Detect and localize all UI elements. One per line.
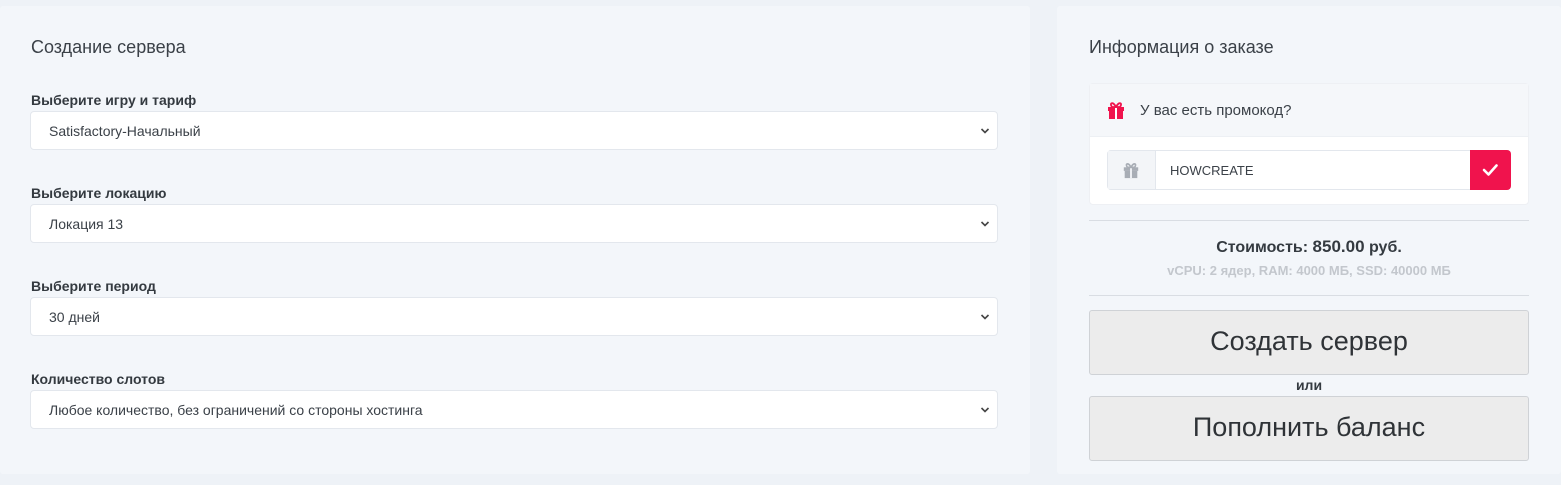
check-icon <box>1482 164 1498 176</box>
divider <box>1089 220 1529 221</box>
chevron-down-icon <box>980 221 990 227</box>
location-select[interactable]: Локация 13 <box>30 204 998 243</box>
or-text: или <box>1295 377 1323 393</box>
promo-addon <box>1108 151 1156 189</box>
game-tariff-value: Satisfactory-Начальный <box>49 123 201 139</box>
price-label: Стоимость: <box>1216 239 1309 256</box>
order-info-title: Информация о заказе <box>1089 37 1274 57</box>
create-server-card: Создание сервера Выберите игру и тариф S… <box>0 6 1030 474</box>
promo-header[interactable]: У вас есть промокод? <box>1090 84 1528 137</box>
chevron-down-icon <box>980 314 990 320</box>
slots-value: Любое количество, без ограничений со сто… <box>49 402 423 418</box>
location-value: Локация 13 <box>49 216 124 232</box>
promo-code-input[interactable] <box>1156 151 1470 189</box>
promo-question: У вас есть промокод? <box>1140 102 1292 119</box>
period-label: Выберите период <box>31 278 156 294</box>
period-select[interactable]: 30 дней <box>30 297 998 336</box>
gift-icon <box>1108 102 1124 119</box>
game-tariff-select[interactable]: Satisfactory-Начальный <box>30 111 998 150</box>
price-line: Стоимость: 850.00 руб. <box>1089 237 1529 257</box>
gift-icon <box>1123 163 1139 179</box>
divider <box>1089 295 1529 296</box>
slots-label: Количество слотов <box>31 371 166 387</box>
promo-box: У вас есть промокод? <box>1089 83 1529 205</box>
top-up-balance-button[interactable]: Пополнить баланс <box>1089 396 1529 461</box>
order-info-card: Информация о заказе У вас есть промокод? <box>1057 6 1561 474</box>
period-value: 30 дней <box>49 309 100 325</box>
chevron-down-icon <box>980 128 990 134</box>
server-specs: vCPU: 2 ядер, RAM: 4000 МБ, SSD: 40000 М… <box>1167 263 1451 278</box>
location-label: Выберите локацию <box>31 185 167 201</box>
slots-select[interactable]: Любое количество, без ограничений со сто… <box>30 390 998 429</box>
price-currency: руб. <box>1368 239 1402 256</box>
promo-input-group <box>1107 150 1511 190</box>
chevron-down-icon <box>980 407 990 413</box>
game-tariff-label: Выберите игру и тариф <box>31 92 197 108</box>
create-server-button[interactable]: Создать сервер <box>1089 310 1529 375</box>
apply-promo-button[interactable] <box>1470 150 1511 190</box>
price-amount: 850.00 <box>1312 237 1365 256</box>
create-server-title: Создание сервера <box>31 37 186 57</box>
